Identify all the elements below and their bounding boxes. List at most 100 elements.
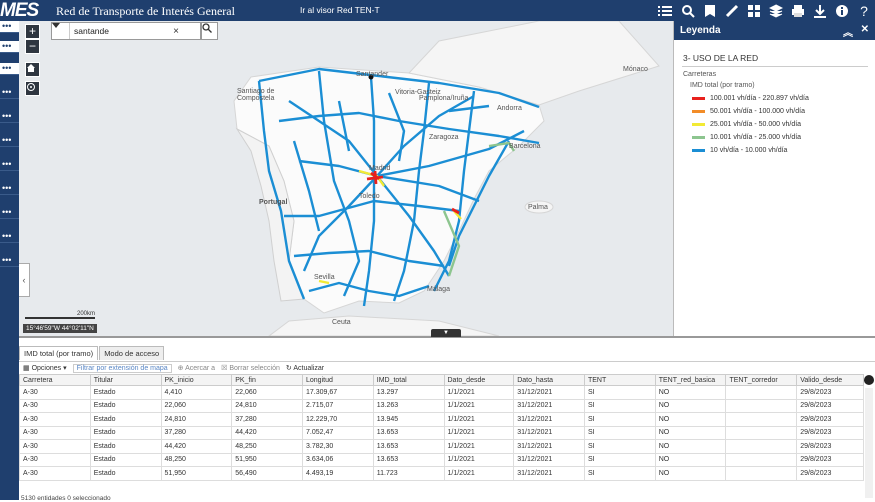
column-header[interactable]: PK_fin	[231, 374, 303, 386]
measure-icon[interactable]	[722, 0, 742, 21]
help-icon[interactable]: ?	[854, 0, 874, 21]
map-label: Mónaco	[623, 66, 648, 73]
locate-button[interactable]	[25, 81, 40, 96]
legend-layer: Carreteras	[683, 71, 717, 78]
table-cell: Estado	[89, 452, 162, 467]
map-label: Málaga	[427, 286, 450, 293]
table-cell: 3.782,30	[302, 439, 374, 454]
tab-imd-total[interactable]: IMD total (por tramo)	[19, 346, 99, 360]
column-header[interactable]: Dato_desde	[443, 374, 515, 386]
legend-swatch	[692, 96, 705, 100]
map-canvas[interactable]	[19, 21, 673, 336]
table-row[interactable]: A-30 Estado 24,810 37,280 12.229,70 13.945 1/1…	[19, 412, 864, 427]
refresh-label: Actualizar	[293, 365, 325, 372]
zoom-in-button[interactable]: +	[25, 24, 40, 39]
column-header[interactable]: Dato_hasta	[513, 374, 585, 386]
column-header[interactable]: Valido_desde	[796, 374, 864, 386]
table-row[interactable]: A-30 Estado 48,250 51,950 3.634,06 13.653 1/1/…	[19, 452, 864, 467]
table-cell: 13.653	[372, 452, 445, 467]
column-menu-icon[interactable]	[864, 375, 874, 385]
table-cell: Estado	[89, 412, 162, 427]
column-header[interactable]: TENT_red_basica	[654, 374, 727, 386]
table-toolbar: ▦ Opciones ▾ Filtrar por extensión de ma…	[19, 361, 875, 374]
table-cell: 51,950	[160, 466, 233, 481]
refresh-button[interactable]: ↻ Actualizar	[286, 364, 324, 372]
list-item[interactable]: •••	[0, 41, 19, 53]
table-cell	[725, 398, 798, 413]
filter-by-map-extent-button[interactable]: Filtrar por extensión de mapa	[72, 363, 172, 373]
table-cell: 1/1/2021	[443, 412, 515, 427]
list-item[interactable]: •••	[0, 111, 19, 123]
list-item[interactable]: •••	[0, 21, 19, 33]
tent-viewer-link[interactable]: Ir al visor Red TEN-T	[300, 5, 380, 15]
collapse-icon[interactable]: ︽	[843, 24, 853, 39]
map-view[interactable]: + − × Santander Santiago de Compostela V…	[19, 21, 673, 336]
table-row[interactable]: A-30 Estado 51,950 56,490 4.493,19 11.723 1/1/…	[19, 466, 864, 481]
zoom-out-button[interactable]: −	[25, 39, 40, 54]
table-row[interactable]: A-30 Estado 44,420 48,250 3.782,30 13.653 1/1/…	[19, 439, 864, 454]
table-cell	[725, 452, 798, 467]
column-header[interactable]: PK_inicio	[160, 374, 233, 386]
map-label: Toledo	[359, 193, 380, 200]
column-header[interactable]: TENT_corredor	[725, 374, 798, 386]
clear-selection-button[interactable]: ☒ Borrar selección	[221, 364, 280, 372]
download-icon[interactable]	[810, 0, 830, 21]
close-icon[interactable]: ✕	[861, 24, 869, 35]
table-cell: 1/1/2021	[443, 466, 515, 481]
table-cell: SI	[583, 466, 656, 481]
column-header[interactable]: Longitud	[302, 374, 374, 386]
table-header-row: Carretera Titular PK_inicio PK_fin Longi…	[19, 374, 864, 386]
table-row[interactable]: A-30 Estado 4,410 22,060 17.309,67 13.297 1/1/…	[19, 385, 864, 400]
basemap-icon[interactable]	[744, 0, 764, 21]
list-icon[interactable]	[655, 0, 675, 21]
info-icon[interactable]	[832, 0, 852, 21]
options-menu[interactable]: ▦ Opciones ▾	[23, 364, 67, 372]
collapse-table-icon[interactable]: ▼	[431, 329, 461, 337]
table-body: A-30 Estado 4,410 22,060 17.309,67 13.297 1/1/…	[19, 385, 864, 481]
table-row[interactable]: A-30 Estado 37,280 44,420 7.052,47 13.653 1/1/…	[19, 425, 864, 440]
search-map-icon[interactable]	[678, 0, 698, 21]
clear-search-icon[interactable]: ×	[170, 26, 182, 37]
list-item[interactable]: •••	[0, 135, 19, 147]
map-label: Pamplona/Iruña	[419, 95, 469, 102]
map-label: Santiago de Compostela	[237, 88, 275, 102]
column-header[interactable]: IMD_total	[372, 374, 445, 386]
table-cell: NO	[654, 425, 727, 440]
legend-swatch	[692, 109, 705, 113]
column-header[interactable]: Carretera	[19, 374, 91, 386]
expand-left-panel-icon[interactable]: ‹	[19, 263, 30, 297]
column-header[interactable]: TENT	[583, 374, 656, 386]
column-header[interactable]: Titular	[89, 374, 162, 386]
legend-item-label: 10.001 vh/día - 25.000 vh/día	[710, 133, 802, 141]
list-item[interactable]: •••	[0, 87, 19, 99]
table-cell: NO	[654, 412, 727, 427]
search-input[interactable]	[70, 26, 170, 36]
legend-section-title: 3- USO DE LA RED	[683, 53, 759, 63]
app-logo: MES	[0, 0, 39, 21]
layers-icon[interactable]	[766, 0, 786, 21]
table-cell: SI	[583, 412, 656, 427]
legend-panel: Leyenda ︽ ✕ 3- USO DE LA RED Carreteras …	[673, 21, 875, 336]
bookmark-icon[interactable]	[700, 0, 720, 21]
table-row[interactable]: A-30 Estado 22,060 24,810 2.715,07 13.263 1/1/…	[19, 398, 864, 413]
list-item[interactable]: •••	[0, 255, 19, 267]
list-item[interactable]: •••	[0, 183, 19, 195]
table-cell: NO	[654, 466, 727, 481]
table-cell	[725, 425, 798, 440]
attribute-table-panel: ▼ IMD total (por tramo) Modo de acceso ▦…	[19, 329, 875, 502]
zoom-to-button[interactable]: ⊕ Acercar a	[178, 364, 215, 372]
table-cell: Estado	[89, 398, 162, 413]
home-button[interactable]	[25, 62, 40, 77]
list-item[interactable]: •••	[0, 63, 19, 75]
home-icon	[27, 64, 35, 72]
search-button[interactable]	[201, 22, 218, 40]
table-scrollbar[interactable]	[865, 388, 873, 498]
tab-modo-acceso[interactable]: Modo de acceso	[99, 346, 165, 360]
list-item[interactable]: •••	[0, 159, 19, 171]
legend-title: Leyenda	[680, 25, 721, 36]
list-item[interactable]: •••	[0, 231, 19, 243]
search-source-dropdown[interactable]	[52, 23, 70, 39]
print-icon[interactable]	[788, 0, 808, 21]
list-item[interactable]: •••	[0, 207, 19, 219]
locate-icon	[27, 83, 35, 91]
